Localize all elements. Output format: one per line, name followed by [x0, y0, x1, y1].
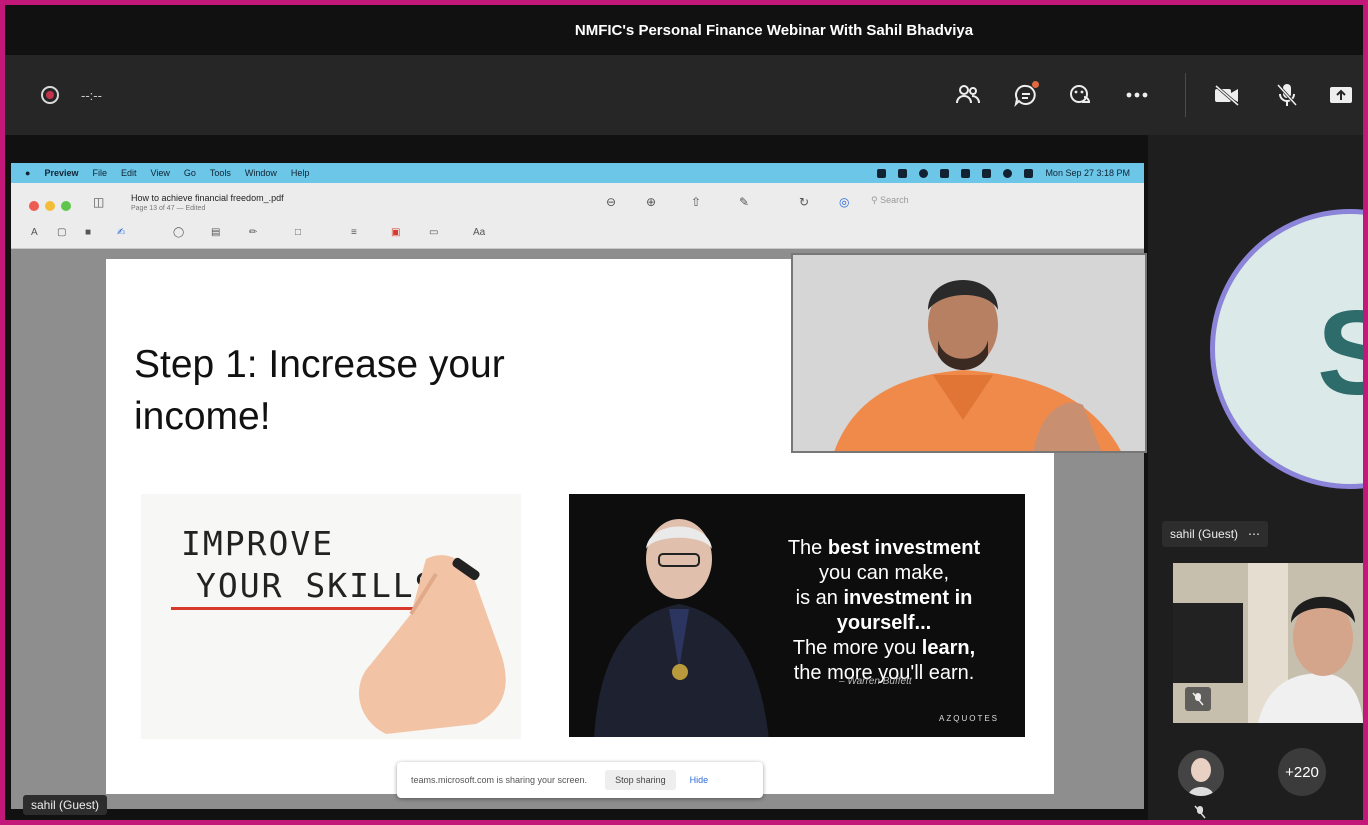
select-tool-icon[interactable]: ▢ [57, 227, 66, 238]
redact-tool-icon[interactable]: ■ [85, 227, 91, 238]
more-participants-badge[interactable]: +220 [1278, 748, 1326, 796]
wifi-icon [982, 168, 992, 178]
warren-buffett-quote-image: The best investment you can make, is an … [569, 494, 1025, 737]
text-style-icon[interactable]: Aa [473, 227, 485, 238]
menu-item[interactable]: Go [184, 168, 196, 178]
status-icons: Mon Sep 27 3:18 PM [877, 168, 1144, 178]
presenter-name-label: sahil (Guest) [23, 795, 108, 815]
chat-icon[interactable] [1008, 77, 1044, 113]
mic-off-icon [1185, 687, 1211, 711]
shapes-tool-icon[interactable]: ◯ [173, 227, 184, 238]
note-tool-icon[interactable]: □ [295, 227, 301, 238]
quote-fragment: is an [795, 587, 844, 609]
share-notice-message: teams.microsoft.com is sharing your scre… [411, 775, 588, 785]
quote-fragment: The [787, 537, 828, 559]
unread-dot [1032, 81, 1039, 88]
menu-item[interactable]: View [151, 168, 170, 178]
participant-avatar[interactable]: S [1210, 209, 1363, 489]
quote-line: you can make, [818, 562, 950, 584]
share-icon[interactable] [1323, 77, 1359, 113]
battery-icon [961, 168, 971, 178]
rotate-icon[interactable]: ↻ [799, 195, 809, 209]
presenter-image [793, 255, 1145, 451]
sketch-tool-icon[interactable]: ✍ [117, 227, 125, 238]
status-icon [877, 168, 887, 178]
quote-brand: AZQUOTES [939, 714, 1000, 723]
improve-skills-image: IMPROVE YOUR SKILLS ! [141, 494, 521, 739]
menu-item[interactable]: File [92, 168, 107, 178]
annotate-icon[interactable]: ◎ [839, 195, 849, 209]
quote-emphasis: best investment [827, 537, 981, 559]
skills-text-line1: IMPROVE [181, 524, 335, 563]
status-icon [919, 168, 929, 178]
menu-item[interactable]: Tools [210, 168, 231, 178]
document-title: How to achieve financial freedom_.pdf [131, 193, 284, 203]
presenter-video[interactable] [791, 253, 1147, 453]
text-tool-icon[interactable]: A [31, 227, 38, 238]
participant-options-icon[interactable]: ⋯ [1248, 527, 1260, 541]
preview-toolbar: ◫ How to achieve financial freedom_.pdf … [11, 183, 1144, 249]
screen-share-notice: teams.microsoft.com is sharing your scre… [397, 762, 763, 798]
menu-app-name[interactable]: Preview [44, 168, 78, 178]
participant-thumbnail[interactable] [1178, 750, 1224, 796]
menu-item[interactable]: Help [291, 168, 310, 178]
mic-off-icon [1194, 805, 1206, 820]
zoom-in-icon[interactable]: ⊕ [646, 195, 656, 209]
quote-author: – Warren Buffett [839, 676, 912, 687]
participant-thumbnail-image [1178, 750, 1224, 796]
teams-window: NMFIC's Personal Finance Webinar With Sa… [5, 5, 1363, 820]
zoom-out-icon[interactable]: ⊖ [606, 195, 616, 209]
apple-icon[interactable]: ● [25, 168, 30, 178]
sign-tool-icon[interactable]: ✏ [249, 227, 257, 238]
camera-off-icon[interactable] [1209, 77, 1245, 113]
status-icon [898, 168, 908, 178]
control-center-icon [1024, 168, 1034, 178]
sidebar-icon[interactable]: ◫ [93, 195, 104, 209]
shared-screen: ● Preview File Edit View Go Tools Window… [5, 135, 1148, 820]
mic-off-icon[interactable] [1269, 77, 1305, 113]
menu-item[interactable]: Window [245, 168, 277, 178]
shape-style-icon[interactable]: ≡ [351, 227, 357, 238]
recording-time: --:-- [81, 88, 102, 103]
quote-emphasis: learn, [921, 637, 976, 659]
reactions-icon[interactable] [1063, 77, 1099, 113]
quote-emphasis: investment in yourself... [836, 587, 973, 634]
mac-menu-bar: ● Preview File Edit View Go Tools Window… [11, 163, 1144, 183]
quote-fragment: The more you [792, 637, 922, 659]
meeting-toolbar: --:-- [5, 55, 1363, 135]
more-icon[interactable] [1119, 77, 1155, 113]
textbox-tool-icon[interactable]: ▤ [211, 227, 220, 238]
slide-heading: Step 1: Increase your income! [134, 343, 505, 438]
title-bar: NMFIC's Personal Finance Webinar With Sa… [5, 5, 1363, 55]
fill-color-icon[interactable]: ▭ [429, 227, 438, 238]
close-icon[interactable] [29, 201, 39, 211]
buffett-portrait [594, 519, 769, 737]
hand-illustration [359, 555, 506, 734]
markup-icon[interactable]: ✎ [739, 195, 749, 209]
search-field[interactable]: ⚲ Search [871, 195, 981, 211]
participant-name-tag[interactable]: sahil (Guest) ⋯ [1162, 521, 1269, 547]
search-icon [1003, 168, 1013, 178]
participants-gallery: S sahil (Guest) ⋯ [1148, 135, 1363, 820]
recording-icon[interactable] [41, 86, 59, 104]
menu-item[interactable]: Edit [121, 168, 137, 178]
zoom-icon[interactable] [61, 201, 71, 211]
minimize-icon[interactable] [45, 201, 55, 211]
participant-video-tile[interactable] [1173, 563, 1363, 723]
toolbar-divider [1185, 73, 1186, 117]
document-page-info: Page 13 of 47 — Edited [131, 205, 206, 212]
volume-icon [940, 168, 950, 178]
quote-text: The best investment you can make, is an … [749, 536, 1019, 686]
menu-clock: Mon Sep 27 3:18 PM [1045, 168, 1130, 178]
hide-button[interactable]: Hide [690, 775, 709, 785]
stop-sharing-button[interactable]: Stop sharing [605, 770, 676, 790]
participant-name: sahil (Guest) [1170, 527, 1239, 541]
meeting-title: NMFIC's Personal Finance Webinar With Sa… [574, 21, 974, 39]
share-doc-icon[interactable]: ⇧ [691, 195, 701, 209]
search-placeholder: Search [880, 195, 909, 205]
avatar-initial: S [1317, 284, 1363, 422]
border-color-icon[interactable]: ▣ [391, 227, 400, 238]
participants-icon[interactable] [950, 77, 986, 113]
